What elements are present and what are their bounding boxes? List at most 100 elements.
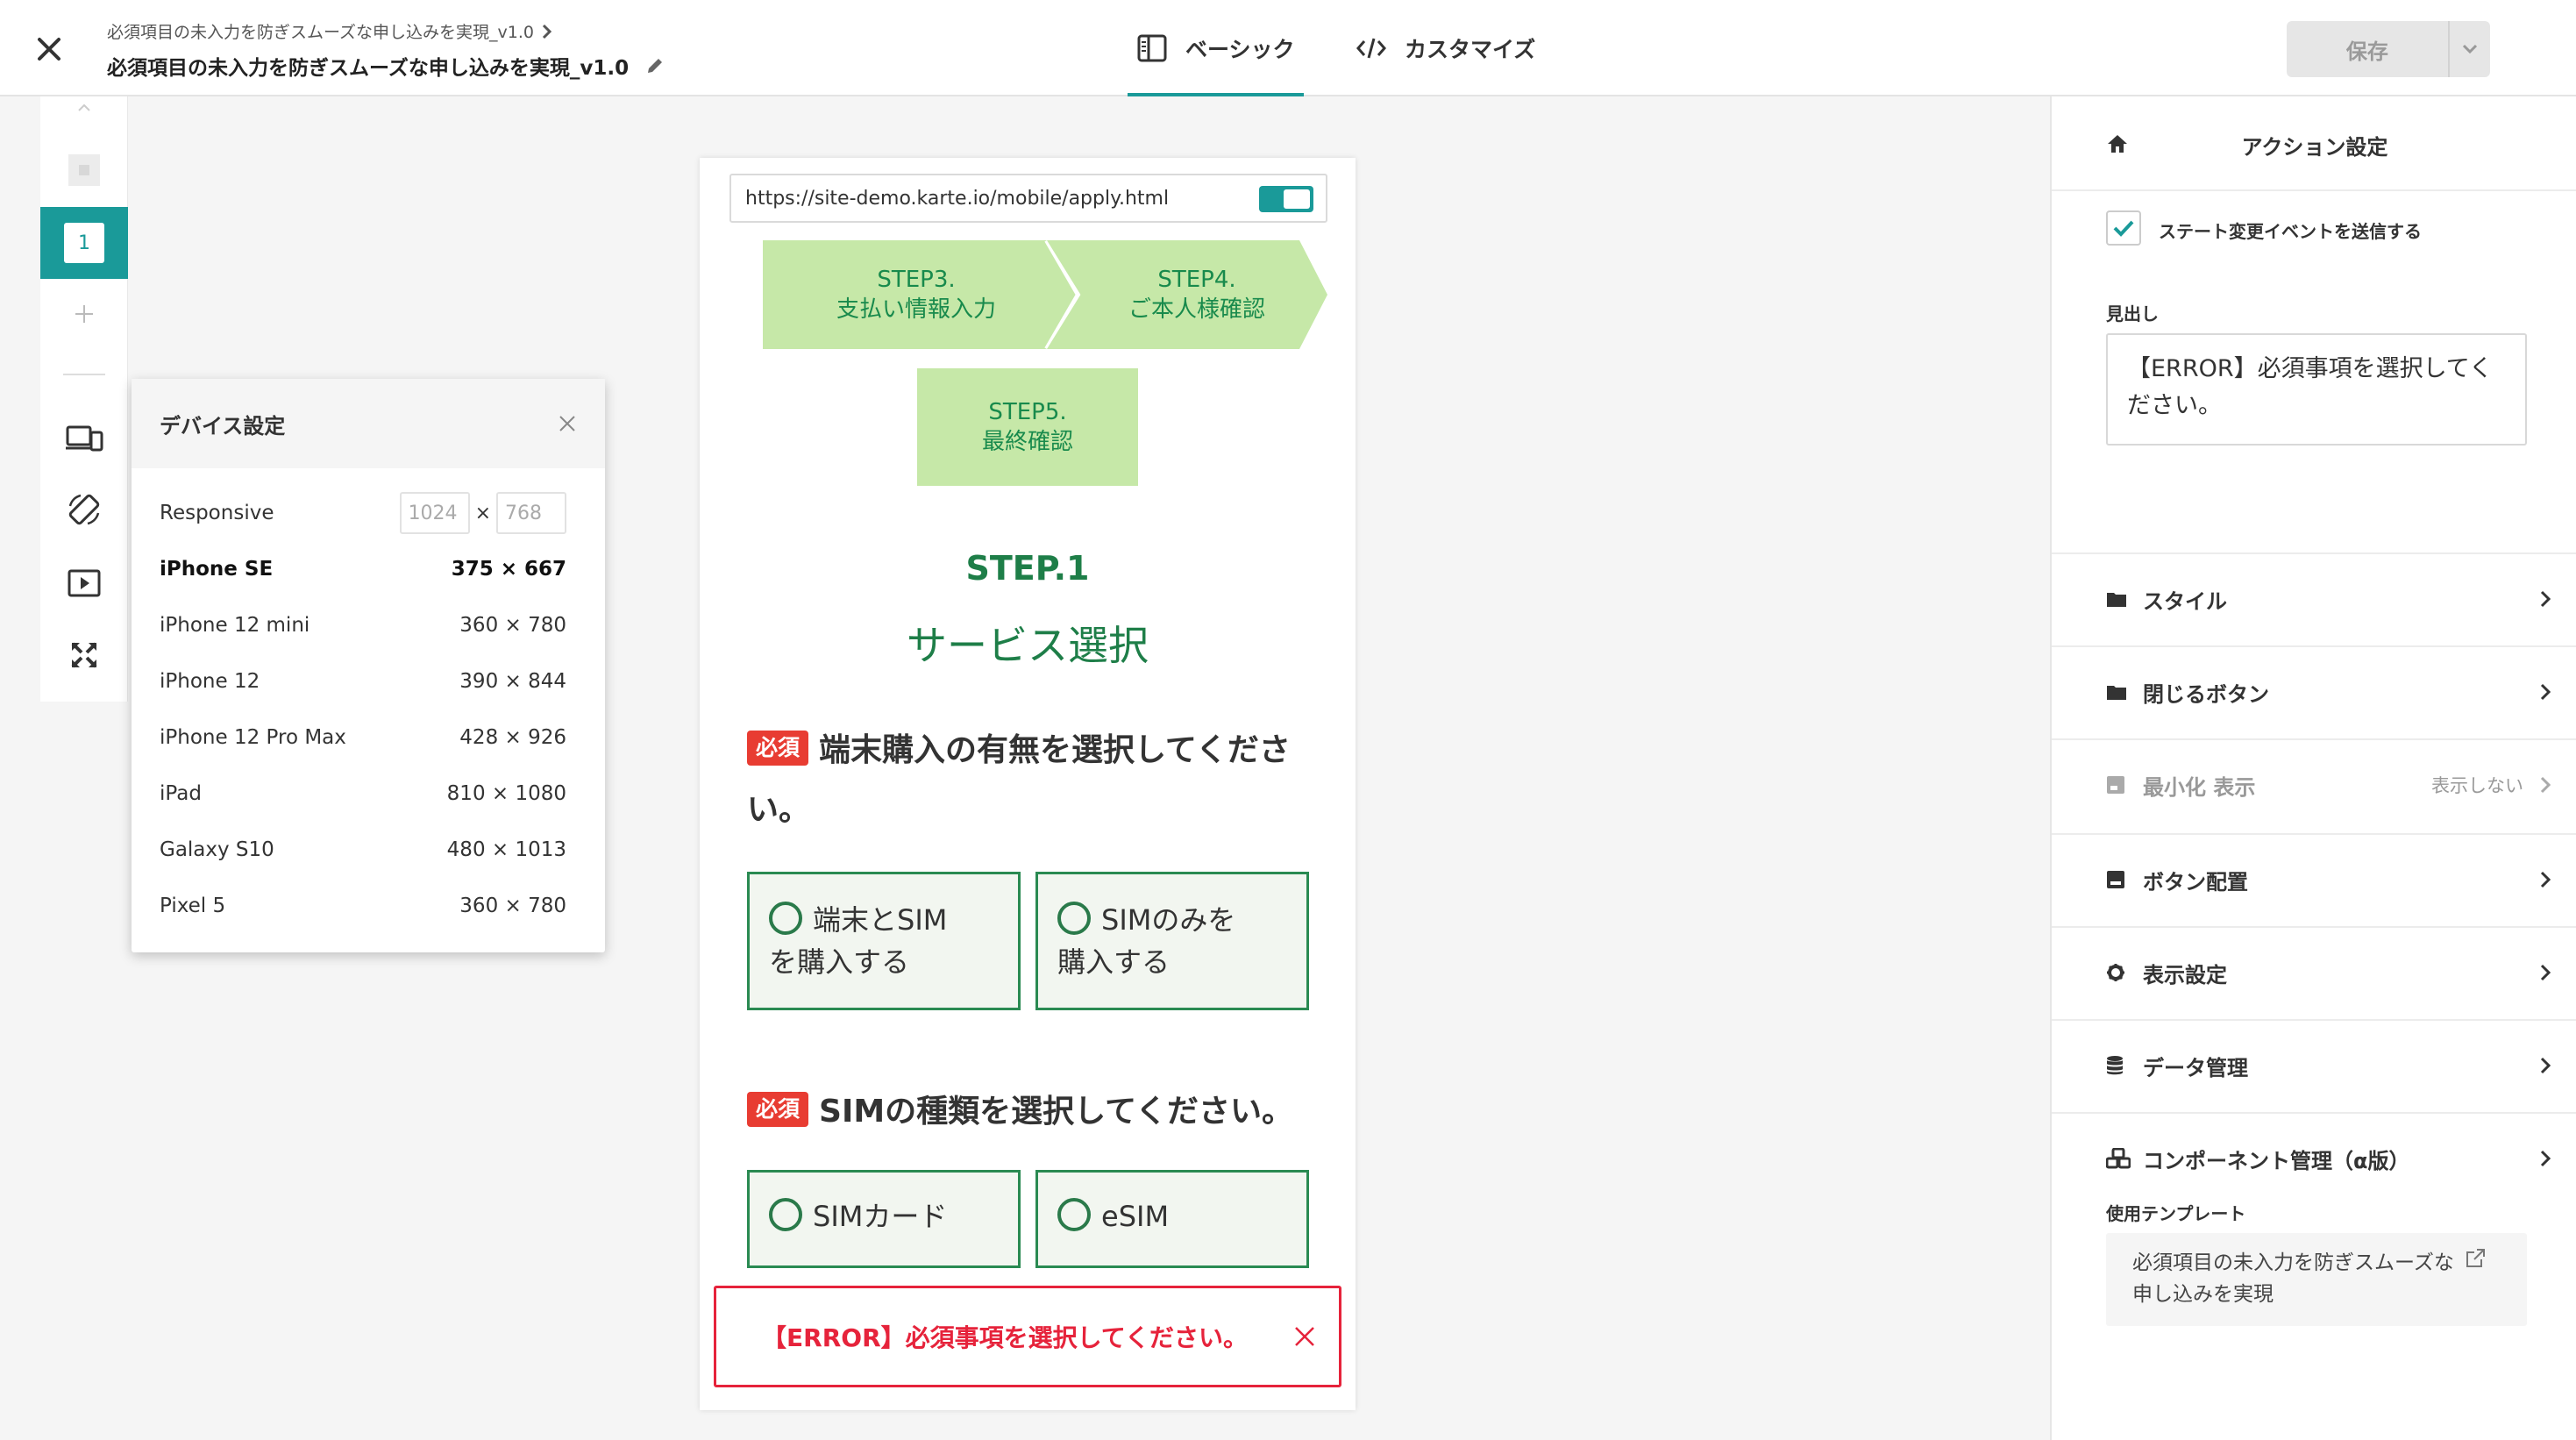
required-badge: 必須 (747, 731, 809, 766)
external-link-icon (2466, 1249, 2486, 1267)
pencil-icon[interactable] (644, 55, 665, 76)
radio-icon (1057, 1198, 1091, 1231)
page-title-text: 必須項目の未入力を防ぎスムーズな申し込みを実現_v1.0 (107, 57, 630, 80)
option-sim-card[interactable]: SIMカード (747, 1170, 1021, 1268)
width-input[interactable]: 1024 (399, 492, 470, 534)
top-bar: 必須項目の未入力を防ぎスムーズな申し込みを実現_v1.0 必須項目の未入力を防ぎ… (0, 0, 2576, 96)
folder-icon (2106, 683, 2132, 701)
breadcrumb[interactable]: 必須項目の未入力を防ぎスムーズな申し込みを実現_v1.0 (107, 19, 553, 43)
divider (63, 374, 105, 375)
close-icon[interactable] (1293, 1325, 1316, 1348)
step-label: 支払い情報入力 (836, 296, 996, 323)
question-2-text: SIMの種類を選択してください。 (819, 1094, 1294, 1130)
device-row[interactable]: iPhone SE 375 × 667 (160, 547, 566, 591)
dimension-separator: × (474, 502, 491, 524)
option-device-and-sim[interactable]: 端末とSIM を購入する (747, 872, 1021, 1010)
section-style[interactable]: スタイル (2052, 552, 2576, 644)
panel-title: アクション設定 (2241, 135, 2388, 160)
device-settings-header: デバイス設定 (132, 379, 605, 468)
step-number: STEP3. (877, 267, 956, 293)
device-size: 390 × 844 (459, 670, 566, 693)
plus-icon (75, 305, 93, 323)
device-name: iPhone 12 (160, 670, 260, 693)
chevron-down-icon (2462, 44, 2477, 54)
close-icon[interactable] (32, 32, 67, 67)
device-name: iPhone 12 mini (160, 614, 310, 637)
radio-icon (1057, 902, 1091, 935)
save-dropdown-button[interactable] (2447, 21, 2490, 77)
chevron-up-icon (78, 103, 90, 111)
height-input[interactable]: 768 (496, 492, 566, 534)
device-settings-button[interactable] (40, 416, 128, 460)
device-name: iPhone 12 Pro Max (160, 726, 346, 749)
tab-customize[interactable]: カスタマイズ (1356, 0, 1535, 96)
save-button[interactable]: 保存 (2287, 21, 2490, 77)
radio-icon (769, 1198, 802, 1231)
step-label: ご本人様確認 (1128, 296, 1265, 323)
state-event-checkbox[interactable] (2106, 210, 2141, 246)
section-button-layout[interactable]: ボタン配置 (2052, 833, 2576, 924)
add-page-button[interactable] (40, 295, 128, 333)
expand-icon (71, 642, 97, 668)
page-thumbnail[interactable] (40, 151, 128, 189)
device-name: Pixel 5 (160, 895, 226, 917)
device-size: 360 × 780 (459, 614, 566, 637)
chevron-right-icon (2540, 683, 2551, 701)
device-row[interactable]: iPhone 12 mini 360 × 780 (160, 603, 566, 647)
devices-icon (66, 425, 103, 452)
question-1-text: 端末購入の有無を選択してください。 (747, 732, 1291, 828)
tab-basic-label: ベーシック (1185, 37, 1295, 62)
section-minimize[interactable]: 最小化 表示 表示しない (2052, 738, 2576, 830)
section-data-management[interactable]: データ管理 (2052, 1019, 2576, 1110)
option-line1: SIMのみを (1101, 903, 1236, 937)
heading-textarea[interactable]: 【ERROR】必須事項を選択してください。 (2106, 333, 2527, 446)
fullscreen-button[interactable] (40, 633, 128, 677)
page-thumbnail-icon (68, 154, 100, 186)
section-label: コンポーネント管理（α版） (2143, 1148, 2410, 1173)
tab-basic[interactable]: ベーシック (1128, 0, 1304, 96)
required-badge: 必須 (747, 1092, 809, 1127)
page-1-button[interactable]: 1 (40, 207, 128, 279)
device-row[interactable]: Pixel 5 360 × 780 (160, 884, 566, 928)
device-name: iPhone SE (160, 558, 274, 581)
option-esim[interactable]: eSIM (1035, 1170, 1309, 1268)
database-icon (2106, 1055, 2132, 1076)
heading-label: 見出し (2106, 303, 2159, 324)
section-label: 閉じるボタン (2143, 681, 2269, 707)
device-size: 480 × 1013 (446, 838, 566, 861)
device-row[interactable]: iPad 810 × 1080 (160, 772, 566, 816)
template-link[interactable]: 必須項目の未入力を防ぎスムーズな 申し込みを実現 (2106, 1233, 2527, 1326)
option-sim-only[interactable]: SIMのみを 購入する (1035, 872, 1309, 1010)
option-line1: 端末とSIM (813, 903, 948, 937)
chevron-right-icon (2540, 590, 2551, 608)
section-label: 表示設定 (2143, 962, 2227, 987)
chevron-right-icon (2540, 1057, 2551, 1074)
error-banner: 【ERROR】必須事項を選択してください。 (714, 1286, 1341, 1387)
scroll-up-button[interactable] (40, 96, 128, 119)
step-label: 最終確認 (981, 429, 1073, 455)
preview-play-button[interactable] (40, 561, 128, 605)
page-title: 必須項目の未入力を防ぎスムーズな申し込みを実現_v1.0 (107, 51, 665, 81)
section-display-settings[interactable]: 表示設定 (2052, 926, 2576, 1017)
option-label: SIMカード (813, 1200, 948, 1233)
preview-url-bar[interactable]: https://site-demo.karte.io/mobile/apply.… (729, 174, 1327, 223)
section-close-button[interactable]: 閉じるボタン (2052, 645, 2576, 737)
play-icon (68, 569, 101, 597)
error-message: 【ERROR】必須事項を選択してください。 (762, 1323, 1248, 1352)
device-row[interactable]: iPhone 12 390 × 844 (160, 659, 566, 703)
url-toggle[interactable] (1259, 186, 1313, 212)
section-component-management[interactable]: コンポーネント管理（α版） (2052, 1112, 2576, 1203)
device-row-responsive[interactable]: Responsive 1024 × 768 (160, 491, 566, 535)
rotate-button[interactable] (40, 488, 128, 531)
option-line2: を購入する (769, 945, 910, 979)
section-label: ボタン配置 (2143, 869, 2248, 895)
device-row[interactable]: Galaxy S10 480 × 1013 (160, 828, 566, 872)
step-3: STEP3. 支払い情報入力 (763, 240, 1070, 349)
step-4: STEP4. ご本人様確認 (1047, 240, 1327, 349)
close-icon[interactable] (558, 414, 577, 433)
device-size: 428 × 926 (459, 726, 566, 749)
breadcrumb-label: 必須項目の未入力を防ぎスムーズな申し込みを実現_v1.0 (107, 23, 535, 42)
chevron-right-icon (2540, 776, 2551, 794)
device-row[interactable]: iPhone 12 Pro Max 428 × 926 (160, 716, 566, 759)
template-label: 使用テンプレート (2106, 1203, 2246, 1224)
